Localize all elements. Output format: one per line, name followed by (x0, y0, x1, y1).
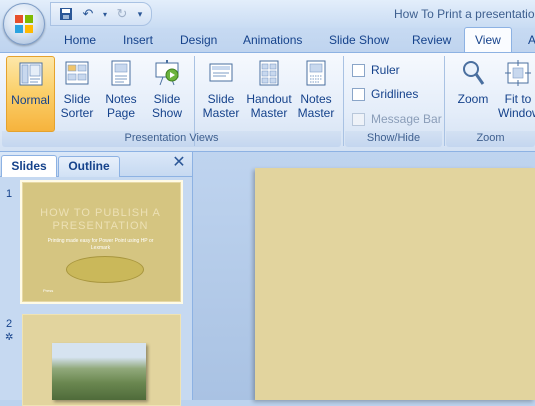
notes-page-icon (111, 60, 131, 86)
dropdown-arrow-icon[interactable]: ▾ (101, 5, 109, 23)
thumbnail-oval-shape (66, 256, 144, 283)
fit-to-window-icon (505, 60, 531, 86)
fit-to-window-label-1: Fit to (504, 92, 532, 106)
fit-to-window-button[interactable]: Fit to Window (498, 56, 535, 120)
slide-sorter-label-1: Slide (63, 92, 91, 106)
office-logo-icon (15, 15, 33, 33)
gridlines-checkbox-row[interactable]: Gridlines (352, 85, 418, 103)
normal-view-button[interactable]: Normal (6, 56, 55, 132)
message-bar-checkbox-row[interactable]: Message Bar (352, 110, 442, 128)
slide-show-label-2: Show (151, 106, 183, 120)
fit-to-window-label-2: Window (498, 106, 535, 120)
notes-master-button[interactable]: Notes Master (295, 56, 337, 120)
tab-design[interactable]: Design (180, 33, 217, 51)
zoom-button[interactable]: Zoom (452, 56, 494, 106)
quick-access-toolbar: ↶ ▾ ↻ ▾ (50, 2, 152, 26)
tab-animations[interactable]: Animations (243, 33, 302, 51)
tab-outline[interactable]: Outline (58, 156, 120, 177)
group-separator (444, 56, 445, 146)
handout-master-icon (259, 60, 279, 86)
group-label-zoom: Zoom (476, 132, 505, 144)
landscape-photo (52, 343, 146, 400)
slide-master-label-2: Master (202, 106, 240, 120)
gridlines-label: Gridlines (371, 87, 419, 101)
slide-sorter-label-2: Sorter (60, 106, 94, 120)
animation-star-icon: ✲ (5, 332, 14, 343)
tab-add-ins[interactable]: A (528, 33, 535, 51)
thumbnail-subtitle: Printing made easy for Power Point using… (47, 238, 154, 251)
notes-page-button[interactable]: Notes Page (100, 56, 142, 120)
ruler-checkbox[interactable] (352, 63, 365, 77)
slide-show-button[interactable]: Slide Show (146, 56, 188, 120)
handout-master-label-2: Master (250, 106, 288, 120)
notes-master-label-2: Master (297, 106, 335, 120)
notes-page-label-2: Page (106, 106, 136, 120)
customize-qat-icon[interactable]: ▾ (135, 5, 145, 23)
handout-master-button[interactable]: Handout Master (244, 56, 294, 120)
gridlines-checkbox[interactable] (352, 87, 365, 101)
message-bar-checkbox[interactable] (352, 112, 365, 126)
normal-view-icon (19, 62, 42, 86)
tab-home[interactable]: Home (64, 33, 96, 51)
slide-sorter-button[interactable]: Slide Sorter (56, 56, 98, 120)
slide-sorter-icon (65, 61, 89, 85)
slide-show-icon (155, 60, 179, 86)
redo-icon[interactable]: ↻ (113, 5, 131, 23)
slide-show-label-1: Slide (153, 92, 181, 106)
group-separator (343, 56, 344, 146)
main-slide-canvas[interactable] (255, 168, 535, 400)
magnifier-icon (463, 61, 485, 85)
slide-master-label-1: Slide (207, 92, 235, 106)
slide-number: 1 (6, 188, 13, 200)
handout-master-label-1: Handout (246, 92, 292, 106)
notes-page-label-1: Notes (105, 92, 137, 106)
tab-insert[interactable]: Insert (123, 33, 153, 51)
thumbnail-footer: Press (43, 288, 54, 293)
zoom-label: Zoom (457, 92, 489, 106)
ruler-label: Ruler (371, 63, 400, 77)
notes-master-label-1: Notes (300, 92, 332, 106)
ruler-checkbox-row[interactable]: Ruler (352, 61, 400, 79)
slide-master-button[interactable]: Slide Master (198, 56, 244, 120)
thumbnail-title: HOW TO PUBLISH A PRESENTATION (40, 207, 161, 232)
office-button[interactable] (3, 3, 45, 45)
close-icon[interactable]: ✕ (172, 155, 186, 171)
save-icon[interactable] (57, 5, 75, 23)
tab-review[interactable]: Review (412, 33, 451, 51)
group-label-presentation-views: Presentation Views (124, 132, 219, 144)
window-title: How To Print a presentatio (394, 7, 535, 21)
notes-master-icon (306, 60, 326, 86)
slide-master-icon (209, 63, 233, 82)
tab-view[interactable]: View (475, 33, 501, 51)
undo-icon[interactable]: ↶ (79, 5, 97, 23)
message-bar-label: Message Bar (371, 112, 442, 126)
tab-slides[interactable]: Slides (1, 155, 57, 177)
normal-view-label: Normal (11, 93, 50, 107)
slide-number: 2 (6, 318, 13, 330)
tab-slide-show[interactable]: Slide Show (329, 33, 389, 51)
group-label-show-hide: Show/Hide (366, 132, 421, 144)
